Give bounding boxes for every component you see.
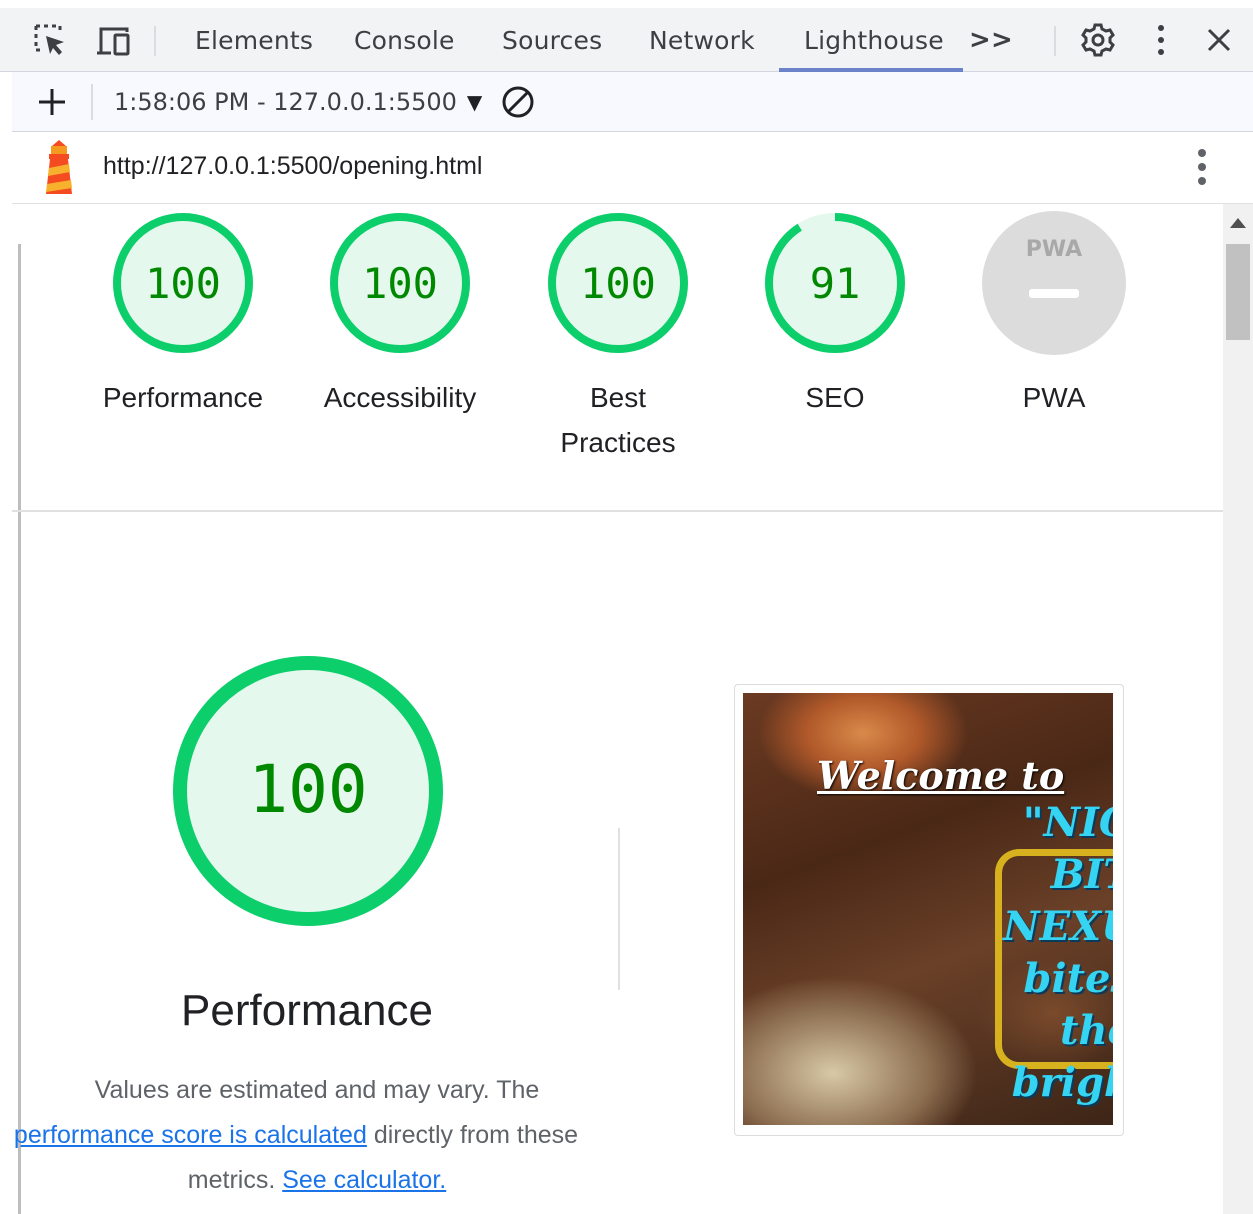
tab-console[interactable]: Console [354,8,455,72]
report-url-bar: http://127.0.0.1:5500/opening.html [12,132,1253,204]
section-divider [12,510,1223,512]
screenshot-title-line: bites [1023,955,1113,1002]
performance-score-link[interactable]: performance score is calculated [14,1121,367,1149]
settings-gear-icon[interactable] [1076,18,1120,62]
toolbar-separator [1054,26,1056,56]
tab-network[interactable]: Network [649,8,755,72]
screenshot-title-line: brigh [1011,1059,1113,1106]
performance-description: Values are estimated and may vary. The p… [12,1068,622,1203]
gauge-label-line: Performance [102,382,264,413]
tab-label: Network [649,25,755,55]
gauge-score: 100 [145,259,221,308]
screenshot-title-line: BIT [1050,851,1113,898]
gauge-pwa[interactable]: PWA [979,208,1129,358]
tab-label: Lighthouse [804,25,944,55]
scroll-up-arrow-icon[interactable] [1230,218,1246,228]
more-tabs-button[interactable]: >> [969,8,1013,72]
pwa-badge-circle [982,211,1126,355]
final-screenshot-frame[interactable]: Welcome to "NIG BIT NEXU bites the brigh [734,684,1124,1136]
pwa-dash-icon [1029,289,1079,298]
toolbar-separator [91,84,93,120]
performance-main-gauge: 100 [171,654,445,928]
tab-elements[interactable]: Elements [195,8,313,72]
gauge-label: Best Practices [508,375,728,465]
gauge-label-line: Best [589,382,647,413]
tab-label: Sources [502,25,603,55]
gauge-score: 100 [580,259,656,308]
report-menu-icon[interactable] [1192,148,1212,186]
gauge-seo[interactable]: 91 [760,208,910,358]
plus-icon [39,89,65,115]
gauge-label: Performance [73,375,293,420]
gauge-label: Accessibility [290,375,510,420]
lighthouse-logo-icon [36,138,82,196]
block-icon [502,86,534,118]
gauge-label: SEO [725,375,945,420]
scrollbar-thumb[interactable] [1226,244,1250,340]
screenshot-welcome-text: Welcome to [817,753,1065,798]
gauge-score: 91 [810,259,861,308]
see-calculator-link[interactable]: See calculator. [282,1166,446,1194]
tab-sources[interactable]: Sources [502,8,602,72]
report-selector-dropdown[interactable]: 1:58:06 PM - 127.0.0.1:5500 ▼ [114,72,482,132]
screenshot-title-line: the [1059,1007,1113,1054]
inspect-element-icon[interactable] [28,18,72,62]
final-screenshot-image: Welcome to "NIG BIT NEXU bites the brigh [743,693,1113,1125]
gauge-label-line: Practices [560,427,676,458]
pwa-badge-text: PWA [1026,237,1082,262]
close-devtools-icon[interactable] [1197,18,1241,62]
description-line: metrics. See calculator. [12,1158,622,1203]
tab-label: Console [354,25,455,55]
description-text: metrics. [187,1166,276,1194]
more-tabs-icon: >> [969,25,1013,55]
screenshot-title-lines: "NIG BIT NEXU bites the brigh [1003,797,1113,1109]
gauge-label: PWA [944,375,1164,420]
more-options-icon[interactable] [1139,18,1183,62]
vertical-scrollbar[interactable] [1223,204,1253,1214]
tab-lighthouse[interactable]: Lighthouse [804,8,944,72]
description-text: directly from these [373,1121,579,1149]
performance-title: Performance [181,986,433,1035]
gauge-label-line: Accessibility [323,382,477,413]
gauge-score: 100 [362,259,438,308]
gauge-label-line: PWA [1022,382,1086,413]
screenshot-title-line: NEXU [1003,903,1113,950]
description-line: Values are estimated and may vary. The [12,1068,622,1113]
new-report-button[interactable] [32,80,72,124]
gauge-label-line: SEO [805,382,865,413]
clear-reports-button[interactable] [498,84,538,120]
device-toolbar-icon[interactable] [91,18,135,62]
report-content: 100 Performance 100 Accessibility 100 Best Pra… [12,204,1223,1214]
description-line: performance score is calculated directly… [12,1113,622,1158]
gauge-best-practices[interactable]: 100 [543,208,693,358]
caret-down-icon: ▼ [466,90,483,114]
report-selector-label: 1:58:06 PM - 127.0.0.1:5500 [114,88,457,116]
gauge-performance[interactable]: 100 [108,208,258,358]
gauge-score: 100 [248,751,367,828]
toolbar-separator [154,26,156,56]
screenshot-title-line: "NIG [1022,799,1113,846]
vertical-separator [618,828,620,990]
devtools-tabbar: Elements Console Sources Network Lightho… [0,0,1253,72]
gauge-accessibility[interactable]: 100 [325,208,475,358]
tab-label: Elements [195,25,314,55]
report-url: http://127.0.0.1:5500/opening.html [103,151,483,180]
description-text: Values are estimated and may vary. The [94,1076,540,1104]
report-toolbar: 1:58:06 PM - 127.0.0.1:5500 ▼ [12,72,1253,132]
